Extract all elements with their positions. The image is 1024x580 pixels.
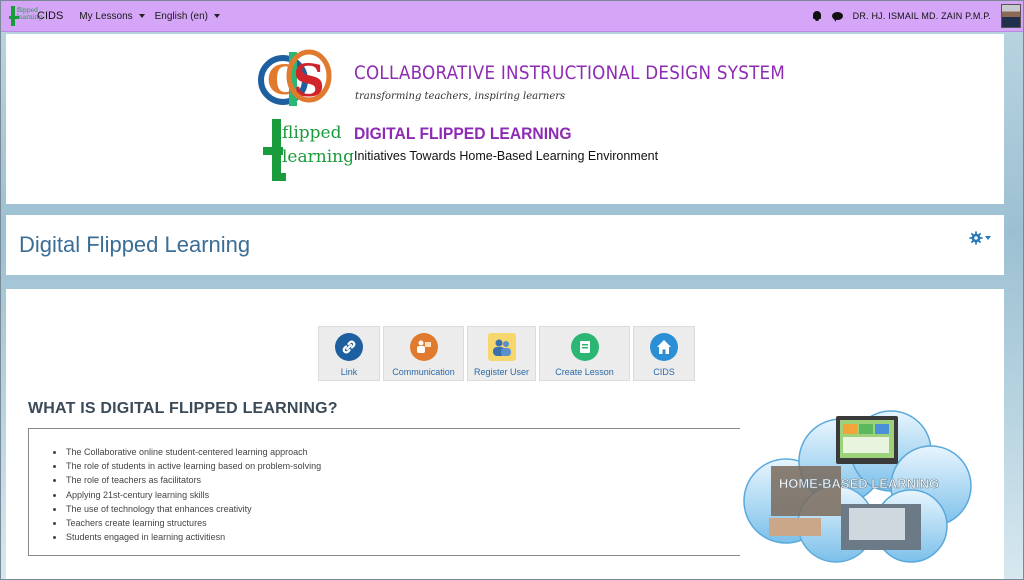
gear-icon <box>969 231 983 245</box>
header-banner: C S flipped learning COLLABORATIVE INSTR… <box>6 34 1004 204</box>
flip-logo-line2: learning <box>282 147 354 167</box>
page-title: Digital Flipped Learning <box>19 232 251 257</box>
definition-list-box: The Collaborative online student-centere… <box>28 428 740 556</box>
cids-logo-icon: C S <box>258 49 332 107</box>
tile-label: Create Lesson <box>555 367 614 377</box>
language-label: English (en) <box>154 10 208 22</box>
tile-label: Link <box>340 367 358 377</box>
avatar[interactable] <box>1001 4 1021 28</box>
flipped-learning-logo: flipped learning <box>260 117 354 183</box>
tile-label: Communication <box>392 367 455 377</box>
tile-label: Register User <box>473 367 529 377</box>
language-menu[interactable]: English (en) <box>155 11 220 22</box>
list-item: Students engaged in learning activitiesn <box>53 530 740 544</box>
tile-cids[interactable]: CIDS <box>633 326 695 381</box>
banner-subtitle-desc: Initiatives Towards Home-Based Learning … <box>354 149 659 163</box>
my-lessons-menu[interactable]: My Lessons <box>79 10 145 22</box>
list-item: Applying 21st-century learning skills <box>53 488 740 502</box>
page-header: Digital Flipped Learning <box>6 215 1004 275</box>
flipped-learning-logo-icon[interactable]: flipped learning <box>9 4 42 28</box>
section-title: WHAT IS DIGITAL FLIPPED LEARNING? <box>28 400 338 417</box>
list-item: The use of technology that enhances crea… <box>53 502 740 516</box>
user-name[interactable]: DR. HJ. ISMAIL MD. ZAIN P.M.P. <box>853 11 991 21</box>
cloud-illustration: HOME-BASED LEARNING <box>743 410 972 563</box>
flip-logo-line1: flipped <box>282 123 342 143</box>
banner-subtitle: DIGITAL FLIPPED LEARNING <box>354 124 572 143</box>
banner-title: COLLABORATIVE INSTRUCTIONAL DESIGN SYSTE… <box>354 62 786 84</box>
chevron-down-icon <box>214 14 220 18</box>
home-based-learning-cloud-image: HOME-BASED LEARNING <box>741 406 977 566</box>
cloud-caption: HOME-BASED LEARNING <box>779 476 939 491</box>
tile-register-user[interactable]: Register User <box>467 326 536 381</box>
bullet-list: The Collaborative online student-centere… <box>53 445 740 544</box>
list-item: Teachers create learning structures <box>53 516 740 530</box>
notification-bell-icon[interactable] <box>812 10 822 22</box>
banner-tagline: transforming teachers, inspiring learner… <box>355 91 566 102</box>
top-navbar: flipped learning CIDS My Lessons English… <box>1 1 1023 32</box>
settings-menu-button[interactable] <box>969 231 991 245</box>
list-item: The role of students in active learning … <box>53 459 740 473</box>
list-item: The Collaborative online student-centere… <box>53 445 740 459</box>
messages-icon[interactable] <box>831 11 843 22</box>
logo-text: flipped learning <box>17 7 43 21</box>
users-icon <box>487 333 516 361</box>
home-icon <box>650 333 678 361</box>
main-content: Link Communication Register User Create … <box>6 289 1004 579</box>
lesson-icon <box>570 333 599 361</box>
list-item: The role of teachers as facilitators <box>53 473 740 487</box>
my-lessons-label: My Lessons <box>79 10 133 22</box>
tile-label: CIDS <box>653 367 675 377</box>
chevron-down-icon <box>138 14 145 18</box>
link-icon <box>335 333 363 361</box>
quick-links: Link Communication Register User Create … <box>318 326 695 381</box>
tile-communication[interactable]: Communication <box>383 326 464 381</box>
presenter-icon <box>409 333 438 361</box>
tile-link[interactable]: Link <box>318 326 380 381</box>
tile-create-lesson[interactable]: Create Lesson <box>539 326 630 381</box>
chevron-down-icon <box>985 236 991 240</box>
